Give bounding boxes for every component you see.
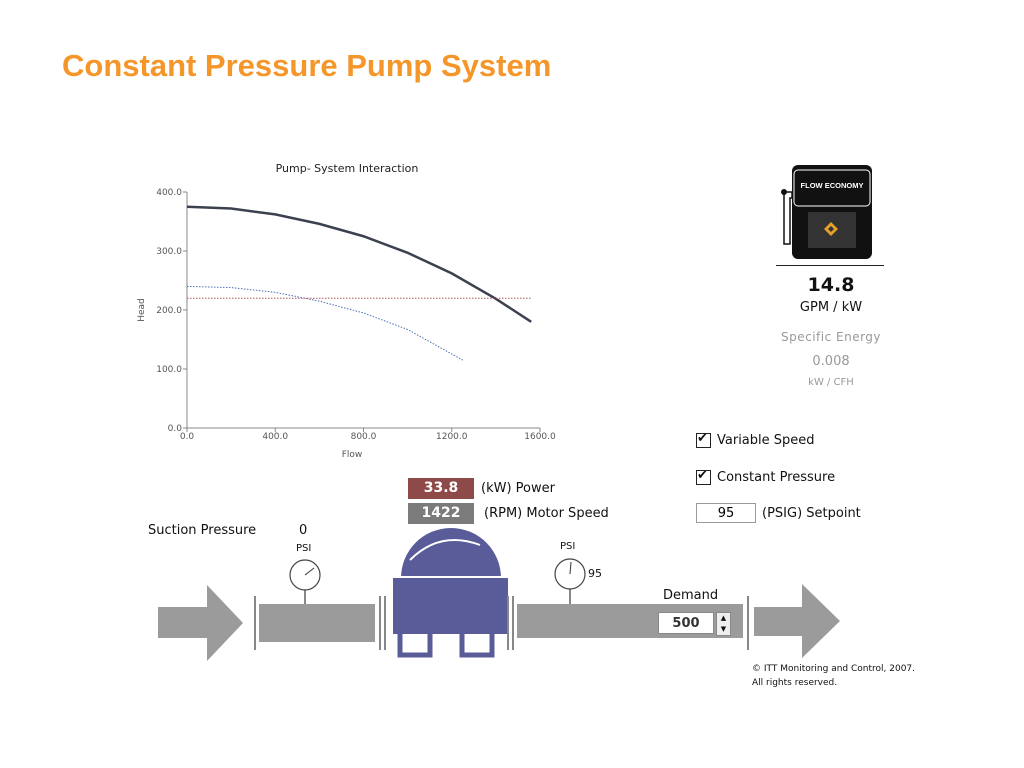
stepper-down-icon[interactable]: ▼: [717, 624, 730, 635]
suction-pipe: [259, 604, 375, 642]
pump-diagram: [158, 528, 840, 661]
demand-input[interactable]: [658, 612, 714, 634]
pump-icon: [393, 528, 508, 658]
copyright-notice: © ITT Monitoring and Control, 2007. All …: [752, 662, 915, 690]
outlet-arrow-icon: [754, 584, 840, 658]
stepper-up-icon[interactable]: ▲: [717, 613, 730, 624]
demand-stepper[interactable]: ▲ ▼: [716, 612, 731, 636]
discharge-gauge-icon: [554, 558, 586, 604]
demand-label: Demand: [663, 588, 719, 603]
suction-gauge-icon: [289, 559, 321, 604]
copyright-line-2: All rights reserved.: [752, 678, 838, 688]
inlet-arrow-icon: [158, 585, 243, 661]
copyright-line-1: © ITT Monitoring and Control, 2007.: [752, 664, 916, 674]
